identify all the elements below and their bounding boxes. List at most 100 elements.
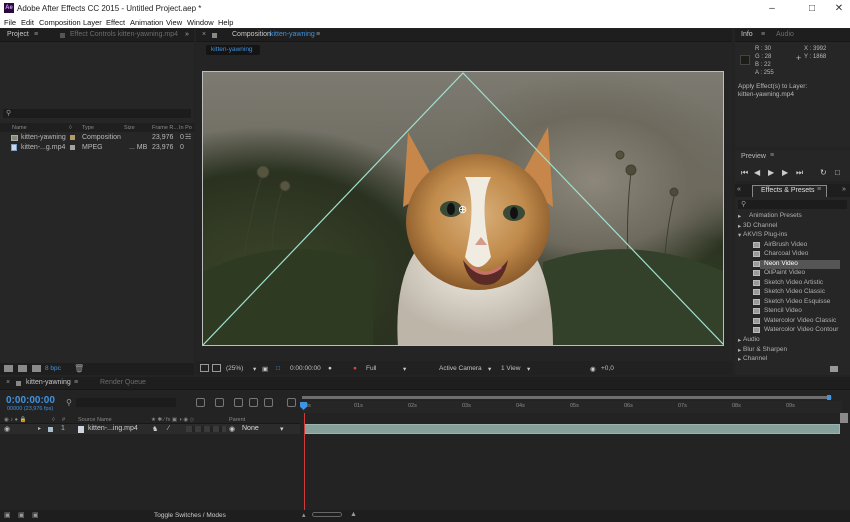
views-caret-icon[interactable]: ▾ — [527, 365, 530, 373]
category-channel[interactable]: Channel — [743, 355, 767, 362]
layer-duration-bar[interactable] — [304, 424, 840, 434]
list-item[interactable]: kitten-yawning Composition 23,976 0 ☵ — [0, 133, 194, 142]
region-icon[interactable] — [212, 364, 221, 372]
list-item[interactable]: kitten-...g.mp4 MPEG ... MB 23,976 0 — [0, 143, 194, 152]
effect-item[interactable]: Sketch Video Classic — [764, 288, 825, 295]
close-tab-icon[interactable]: × — [6, 379, 10, 386]
col-parent[interactable]: Parent — [229, 417, 245, 423]
label-color-chip[interactable] — [70, 135, 75, 140]
close-icon[interactable]: ✕ — [829, 2, 849, 15]
effect-item[interactable]: Sketch Video Esquisse — [764, 298, 830, 305]
exposure-value[interactable]: +0,0 — [601, 365, 614, 372]
close-tab-icon[interactable]: × — [202, 31, 206, 38]
lock-icon[interactable] — [212, 33, 217, 38]
draft-3d-icon[interactable] — [215, 398, 224, 407]
layer-switches[interactable] — [186, 426, 226, 432]
work-area-range[interactable] — [302, 396, 827, 399]
category-akvis-plugins[interactable]: AKVIS Plug-ins — [743, 231, 787, 238]
tab-timeline-comp[interactable]: kitten-yawning — [26, 379, 71, 386]
menu-view[interactable]: View — [166, 18, 182, 27]
tab-menu-icon[interactable]: ≡ — [817, 186, 821, 193]
category-animation-presets[interactable]: Animation Presets — [749, 212, 802, 219]
resolution-dropdown[interactable]: Full — [366, 365, 376, 372]
toggle-switches-modes-button[interactable]: Toggle Switches / Modes — [154, 512, 226, 519]
effect-item[interactable]: Charcoal Video — [764, 250, 808, 257]
layer-name[interactable]: kitten-...ing.mp4 — [88, 425, 138, 432]
mask-visibility-icon[interactable]: □ — [276, 365, 280, 372]
timeline-timecode[interactable]: 0:00:00:00 — [6, 395, 55, 406]
tab-menu-icon[interactable]: ≡ — [316, 31, 320, 38]
resolution-caret-icon[interactable]: ▾ — [403, 365, 406, 373]
comp-mini-flowchart-icon[interactable] — [196, 398, 205, 407]
composition-viewer[interactable]: ⊕ — [202, 71, 724, 346]
tab-effect-controls[interactable]: Effect Controls kitten-yawning.mp4 — [70, 31, 178, 38]
effect-item[interactable]: Stencil Video — [764, 307, 802, 314]
interpret-footage-icon[interactable] — [4, 365, 13, 372]
breadcrumb-comp[interactable]: kitten-yawning — [211, 46, 253, 53]
preview-menu-icon[interactable]: ≡ — [770, 152, 774, 159]
tab-project[interactable]: Project — [7, 31, 29, 38]
shy-layers-icon[interactable] — [234, 398, 243, 407]
visibility-eye-icon[interactable]: ◉ — [4, 425, 10, 433]
camera-caret-icon[interactable]: ▾ — [488, 365, 491, 373]
work-area-bar[interactable] — [302, 395, 832, 400]
label-icon[interactable]: ◊ — [69, 125, 72, 131]
parent-pick-whip-icon[interactable]: ◉ — [229, 425, 235, 433]
effect-item[interactable]: Sketch Video Artistic — [764, 279, 823, 286]
col-in-point[interactable]: In Po — [179, 125, 192, 131]
category-blur-sharpen[interactable]: Blur & Sharpen — [743, 346, 787, 353]
maximize-icon[interactable]: □ — [802, 2, 822, 15]
menu-composition[interactable]: Composition — [39, 18, 81, 27]
zoom-caret-icon[interactable]: ▾ — [253, 365, 256, 373]
modes-toggle-icon[interactable]: ▣ — [18, 511, 25, 519]
camera-dropdown[interactable]: Active Camera — [439, 365, 482, 372]
collapse-akvis-icon[interactable]: ▾ — [738, 231, 741, 239]
effect-item[interactable]: Neon Video — [764, 260, 798, 267]
lock-icon[interactable] — [16, 381, 21, 386]
project-search-input[interactable]: ⚲ — [3, 109, 191, 118]
composition-breadcrumb[interactable]: kitten-yawning — [206, 45, 260, 55]
always-preview-icon[interactable] — [200, 364, 209, 372]
loop-icon[interactable]: ↻ — [820, 168, 827, 177]
tabs-left-icon[interactable]: « — [737, 186, 741, 193]
motion-blur-icon[interactable] — [264, 398, 273, 407]
expand-animation-presets-icon[interactable]: ▸ — [738, 212, 741, 220]
trash-icon[interactable]: 🗑 — [74, 364, 84, 373]
minimize-icon[interactable]: – — [762, 2, 782, 15]
effect-item[interactable]: Watercolor Video Contour — [764, 326, 838, 333]
tab-menu-icon[interactable]: ≡ — [761, 31, 765, 38]
work-area-end-handle[interactable] — [827, 395, 831, 400]
tab-menu-icon[interactable]: ≡ — [74, 379, 78, 386]
tab-render-queue[interactable]: Render Queue — [100, 379, 146, 386]
new-folder-icon[interactable] — [830, 366, 838, 372]
first-frame-icon[interactable]: ⏮ — [741, 168, 748, 178]
channel-icon[interactable]: ● — [353, 365, 357, 372]
in-out-toggle-icon[interactable]: ▣ — [32, 511, 39, 519]
tab-audio[interactable]: Audio — [776, 31, 794, 38]
expand-channel-icon[interactable]: ▸ — [738, 355, 741, 363]
col-source-name[interactable]: Source Name — [78, 417, 112, 423]
col-size[interactable]: Size — [124, 125, 135, 131]
views-dropdown[interactable]: 1 View — [501, 365, 520, 372]
search-icon[interactable]: ⚲ — [66, 398, 72, 407]
zoom-in-icon[interactable]: ▲ — [350, 511, 357, 518]
composition-tab-prefix[interactable]: Composition — [232, 31, 271, 38]
tabs-right-icon[interactable]: » — [842, 186, 846, 193]
expand-icon[interactable]: » — [185, 31, 189, 38]
col-frame-rate[interactable]: Frame R... — [152, 125, 178, 131]
shy-switch-icon[interactable]: ♞ — [152, 425, 158, 433]
anchor-point-icon[interactable]: ⊕ — [458, 203, 467, 216]
zoom-slider[interactable] — [312, 512, 342, 517]
timeline-scroll-icon[interactable] — [840, 413, 848, 423]
menu-layer[interactable]: Layer — [83, 18, 102, 27]
tab-menu-icon[interactable]: ≡ — [34, 31, 38, 38]
flowchart-icon[interactable]: ☵ — [185, 133, 191, 141]
expand-audio-icon[interactable]: ▸ — [738, 336, 741, 344]
parent-dropdown[interactable]: None — [242, 425, 259, 432]
expand-layer-icon[interactable]: ▸ — [38, 425, 41, 432]
effect-item[interactable]: OilPaint Video — [764, 269, 805, 276]
expand-3d-channel-icon[interactable]: ▸ — [738, 222, 741, 230]
table-row[interactable]: ◉ ▸ 1 kitten-...ing.mp4 ♞ ∕ ◉ None ▾ — [0, 424, 300, 434]
frame-blending-icon[interactable] — [249, 398, 258, 407]
safe-margins-icon[interactable]: ▣ — [262, 365, 268, 373]
